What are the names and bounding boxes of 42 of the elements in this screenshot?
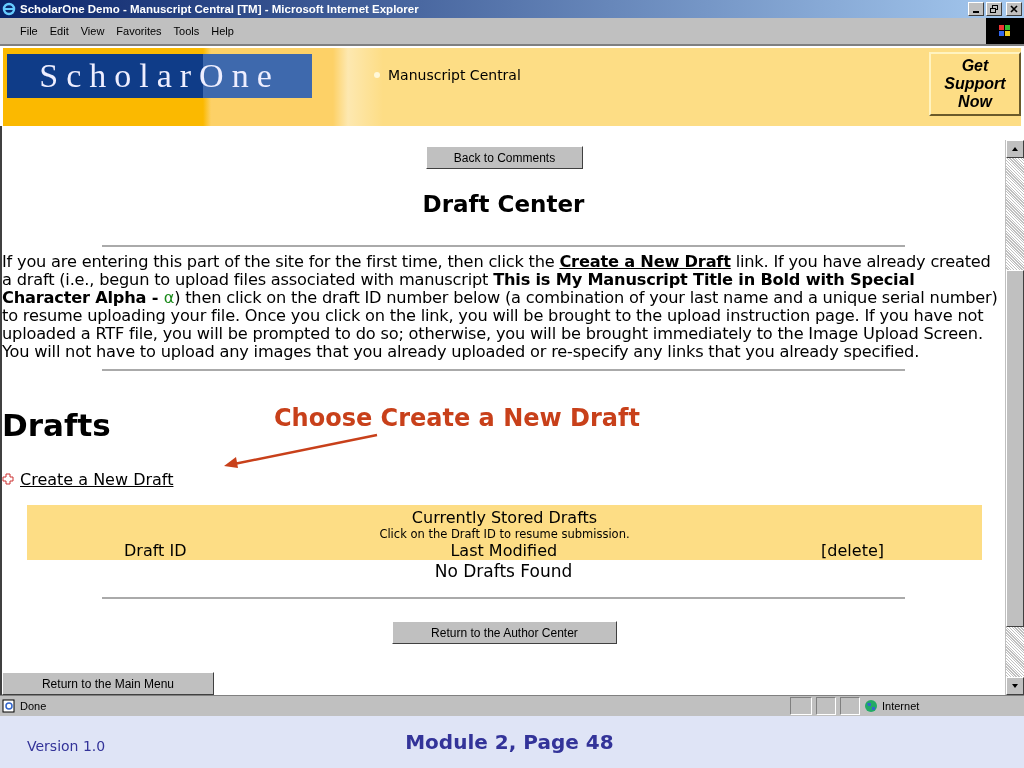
menu-item[interactable]: Edit — [43, 25, 75, 37]
windows-logo-icon — [986, 18, 1024, 44]
column-header: [delete] — [821, 541, 884, 560]
menu-item[interactable]: Favorites — [110, 25, 168, 37]
restore-button[interactable] — [986, 2, 1002, 16]
page-title: Draft Center — [421, 191, 586, 217]
back-button[interactable]: Back to Comments — [425, 146, 584, 169]
status-text: Done — [20, 700, 48, 712]
restore-icon — [989, 4, 999, 14]
browser-icon — [2, 2, 16, 16]
window-title: ScholarOne Demo - Manuscript Central [TM] - Microsoft Internet Explorer — [20, 3, 420, 15]
page-icon — [2, 699, 16, 713]
menu-item[interactable]: File — [14, 25, 44, 37]
site-name: Manuscript Central — [374, 67, 521, 83]
intro-paragraph: If you are entering this part of the site for the first time, then click the Create a New Draft link. If you have already created a draft (i.e., begun to upload files associated with manuscript This is My Manuscript Title in Bold with Special Character Alpha - α) then click on the draft ID number below (a combination of your last name and a unique serial number) to resume uploading your file. Once you click on the link, you will be brought to the upload instruction page. If you have not uploaded a RTF file, you will be prompted to do so; otherwise, you will be brought immediately to the Image Upload Screen. You will not have to upload any images that you already uploaded or re-specify any links that you already specified. — [2, 253, 999, 361]
minimize-icon — [973, 11, 979, 13]
column-header: Last Modified — [450, 541, 558, 560]
close-icon — [1009, 4, 1019, 14]
menu-item[interactable]: Help — [205, 25, 240, 37]
scholarone-logo: ScholarOne — [7, 54, 312, 98]
annotation-text: Choose Create a New Draft — [274, 404, 640, 432]
minimize-button[interactable] — [968, 2, 984, 16]
page-number: Module 2, Page 48 — [405, 730, 614, 754]
create-draft-link[interactable]: Create a New Draft — [20, 469, 174, 489]
globe-icon — [864, 699, 878, 713]
table-hint: Click on the Draft ID to resume submission. — [379, 527, 630, 541]
create-draft-link[interactable]: Create a New Draft — [559, 252, 731, 271]
vertical-scrollbar[interactable] — [1005, 140, 1024, 695]
version-label: Version 1.0 — [27, 738, 106, 754]
menu-item[interactable]: Tools — [167, 25, 206, 37]
empty-message: No Drafts Found — [433, 561, 574, 581]
author-center-button[interactable]: Return to the Author Center — [392, 621, 617, 644]
down-arrow-icon — [1011, 682, 1019, 690]
support-button[interactable]: Get Support Now — [929, 52, 1021, 116]
close-button[interactable] — [1006, 2, 1022, 16]
security-zone: Internet — [882, 700, 921, 712]
column-header: Draft ID — [124, 541, 187, 560]
menu-item[interactable]: View — [74, 25, 111, 37]
main-menu-button[interactable]: Return to the Main Menu — [2, 672, 214, 695]
up-arrow-icon — [1011, 145, 1019, 153]
table-title: Currently Stored Drafts — [411, 508, 598, 527]
drafts-heading: Drafts — [2, 407, 112, 443]
